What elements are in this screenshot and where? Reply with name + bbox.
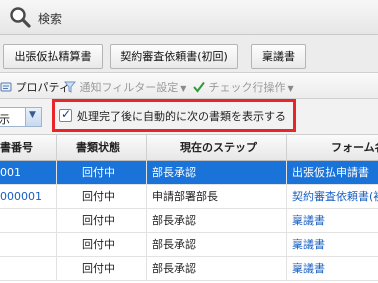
notice-filter-button[interactable]: 通知フィルター設定 ▼ [63, 79, 187, 95]
chevron-down-icon: ▼ [287, 84, 294, 93]
cell-step: 部長承認 [146, 257, 286, 281]
document-tab-bar: 出張仮払精算書 契約審査依頼書(初回) 稟議書 [0, 35, 378, 73]
chevron-down-icon: ▼ [180, 84, 187, 93]
search-title: 検索 [38, 12, 63, 26]
cell-number[interactable] [0, 257, 56, 281]
properties-icon [0, 82, 12, 92]
dropdown-button[interactable]: ▼ [25, 108, 41, 126]
column-header-number[interactable]: 書番号 [0, 135, 56, 161]
cell-status: 回付中 [56, 185, 146, 209]
table-row[interactable]: 000001回付中申請部署部長契約審査依頼書(初回) [0, 185, 378, 209]
tab-ringi[interactable]: 稟議書 [251, 44, 306, 69]
cell-step: 部長承認 [146, 209, 286, 233]
cell-status: 回付中 [56, 257, 146, 281]
checkmark-icon: ✓ [61, 107, 72, 121]
cell-form[interactable]: 契約審査依頼書(初回) [286, 185, 378, 209]
table-row[interactable]: 回付中 部長承認 稟議書 [0, 257, 378, 281]
display-select[interactable]: 示 ▼ [0, 107, 42, 127]
cell-number[interactable] [0, 209, 56, 233]
cell-number[interactable] [0, 233, 56, 257]
cell-status: 回付中 [56, 161, 146, 185]
cell-number[interactable]: 001 [0, 161, 56, 185]
check-action-button[interactable]: チェック行操作 ▼ [193, 79, 294, 95]
tab-travel-expense[interactable]: 出張仮払精算書 [3, 44, 103, 69]
display-select-value: 示 [0, 113, 10, 126]
table-header: 書番号 書類状態 現在のステップ フォーム名 [0, 135, 378, 161]
properties-button[interactable]: プロパティ [0, 79, 70, 95]
column-header-form[interactable]: フォーム名 [286, 135, 378, 161]
cell-form[interactable]: 稟議書 [286, 257, 378, 281]
toolbar: プロパティ 通知フィルター設定 ▼ チェック行操作 ▼ [0, 73, 378, 99]
table-row[interactable]: 回付中 部長承認 稟議書 [0, 233, 378, 257]
search-bar: 検索 [0, 0, 378, 35]
tab-contract-review[interactable]: 契約審査依頼書(初回) [110, 44, 238, 69]
options-row: 示 ▼ ✓ 処理完了後に自動的に次の書類を表示する [0, 99, 378, 135]
search-icon[interactable] [8, 5, 32, 29]
filter-icon [63, 81, 77, 93]
auto-display-checkbox[interactable]: ✓ [59, 107, 72, 122]
column-header-step[interactable]: 現在のステップ [146, 135, 286, 161]
cell-step: 部長承認 [146, 233, 286, 257]
cell-status: 回付中 [56, 209, 146, 233]
cell-form[interactable]: 稟議書 [286, 233, 378, 257]
chevron-down-icon: ▼ [29, 110, 36, 120]
cell-form[interactable]: 出張仮払申請書 [286, 161, 378, 185]
table-row[interactable]: 001 回付中 部長承認 出張仮払申請書 [0, 161, 378, 185]
cell-number[interactable]: 000001 [0, 185, 56, 209]
cell-step: 申請部署部長 [146, 185, 286, 209]
column-header-status[interactable]: 書類状態 [56, 135, 146, 161]
check-action-label: チェック行操作 [208, 81, 286, 94]
cell-form[interactable]: 稟議書 [286, 209, 378, 233]
table-row[interactable]: 回付中 部長承認 稟議書 [0, 209, 378, 233]
auto-display-label: 処理完了後に自動的に次の書類を表示する [77, 110, 286, 123]
notice-filter-label: 通知フィルター設定 [79, 81, 179, 94]
check-icon [193, 81, 205, 93]
cell-status: 回付中 [56, 233, 146, 257]
cell-step: 部長承認 [146, 161, 286, 185]
properties-label: プロパティ [15, 81, 70, 94]
